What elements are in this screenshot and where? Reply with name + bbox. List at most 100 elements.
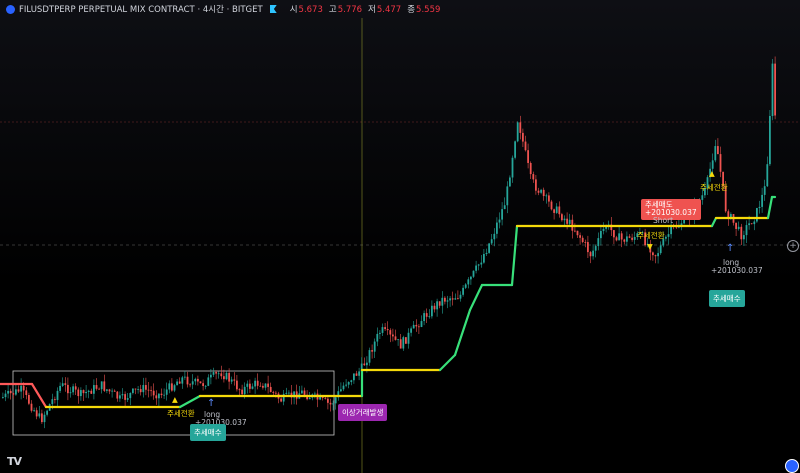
crosshair-icon[interactable]: + [787, 240, 799, 252]
candle-body [254, 380, 256, 387]
candle-body [126, 398, 129, 400]
candle-body [451, 298, 454, 300]
candle-body [771, 63, 774, 116]
candle-body [132, 388, 134, 393]
candle-body [64, 383, 67, 385]
candle-body [568, 219, 571, 224]
trend-change-label-3: 주세전환 [700, 183, 728, 192]
candle-body [472, 270, 475, 277]
candle-body [483, 254, 485, 263]
candle-body [150, 390, 152, 392]
candle-body [555, 206, 558, 213]
candle-body [579, 235, 581, 238]
candle-body [735, 222, 737, 229]
candle-body [740, 226, 743, 240]
candle-body [82, 390, 85, 394]
candle-body [334, 397, 337, 404]
candle-body [462, 287, 464, 295]
buy-badge-2: 추세매수 [709, 290, 745, 307]
candle-body [594, 246, 597, 251]
candle-body [264, 383, 267, 388]
candle-body [285, 392, 288, 394]
candle-body [553, 209, 555, 213]
candle-body [493, 233, 496, 240]
candle-body [355, 373, 358, 376]
trend-line-segment [453, 308, 472, 357]
candle-body [251, 386, 254, 389]
candle-body [113, 390, 116, 392]
candle-body [41, 413, 43, 423]
candle-body [129, 392, 132, 399]
candle-body [220, 373, 223, 377]
candle-body [719, 154, 722, 172]
candle-body [584, 242, 587, 243]
candle-body [397, 339, 399, 341]
candle-body [243, 386, 246, 395]
chart-window[interactable]: FILUSDTPERP PERPETUAL MIX CONTRACT · 4시간… [0, 0, 800, 473]
candle-body [480, 262, 483, 265]
candle-body [74, 386, 77, 390]
candle-body [405, 337, 407, 344]
candle-body [441, 297, 444, 306]
candle-body [163, 394, 165, 396]
candle-body [173, 385, 176, 391]
candle-body [119, 395, 121, 399]
candle-body [659, 245, 662, 254]
candle-body [204, 385, 207, 387]
candle-body [20, 385, 22, 392]
candle-body [238, 389, 241, 391]
candle-body [485, 252, 488, 255]
candle-body [158, 393, 160, 399]
symbol-header: FILUSDTPERP PERPETUAL MIX CONTRACT · 4시간… [0, 0, 800, 18]
candle-body [449, 298, 451, 301]
candle-body [93, 385, 95, 394]
candle-body [587, 242, 589, 253]
candle-body [176, 381, 178, 386]
candle-body [4, 393, 7, 398]
candle-body [373, 341, 376, 352]
candle-body [303, 390, 306, 395]
candle-body [288, 392, 290, 394]
symbol-title[interactable]: FILUSDTPERP PERPETUAL MIX CONTRACT · 4시간… [19, 3, 263, 15]
candle-body [529, 162, 532, 175]
candle-body [217, 373, 220, 375]
candle-body [67, 384, 69, 394]
candle-body [215, 372, 217, 374]
candle-body [345, 384, 347, 386]
candle-body [347, 382, 350, 385]
candle-body [381, 327, 384, 333]
trend-triangle-up-icon: ▲ [172, 395, 178, 404]
candle-body [69, 392, 72, 394]
candle-body [418, 326, 420, 328]
candle-body [269, 386, 272, 392]
candle-body [54, 399, 56, 401]
candle-body [111, 390, 113, 392]
candle-body [496, 222, 498, 234]
flag-icon[interactable] [269, 5, 277, 13]
candle-body [407, 332, 410, 344]
candle-body [600, 230, 602, 239]
candle-body [548, 195, 550, 202]
candle-body [189, 384, 191, 386]
language-flag-icon[interactable] [785, 459, 799, 473]
candle-body [38, 413, 41, 417]
candle-body [519, 122, 522, 133]
candle-body [17, 389, 20, 392]
candle-body [371, 350, 373, 352]
price-chart[interactable] [0, 0, 800, 473]
candle-body [545, 195, 548, 197]
candle-body [33, 410, 35, 412]
candle-body [249, 383, 251, 389]
candle-body [7, 390, 9, 394]
candle-body [106, 389, 108, 391]
candle-body [701, 195, 704, 200]
candle-body [597, 238, 600, 247]
candle-body [98, 388, 100, 390]
candle-body [602, 228, 605, 231]
trend-change-label-1: 주세전환 [167, 409, 195, 418]
candle-body [412, 324, 415, 329]
candle-body [262, 385, 264, 388]
ohlc-high: 고5.776 [328, 5, 363, 15]
tradingview-logo-icon[interactable]: TV [7, 455, 22, 468]
candle-body [379, 332, 381, 334]
